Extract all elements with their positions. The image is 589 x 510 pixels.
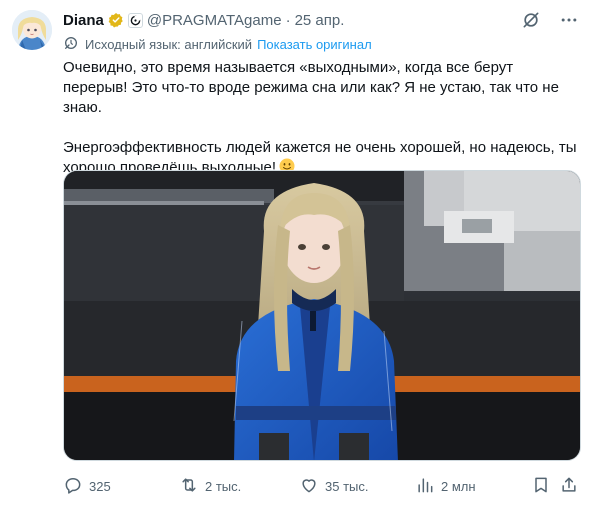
header-separator: · — [285, 11, 291, 29]
action-bar: 325 2 тыс. 35 тыс. 2 млн — [63, 472, 581, 500]
bookmark-icon — [531, 475, 551, 498]
author-name[interactable]: Diana — [63, 12, 104, 29]
repost-button[interactable]: 2 тыс. — [179, 472, 241, 500]
reply-count: 325 — [89, 478, 111, 494]
reply-button[interactable]: 325 — [63, 472, 111, 500]
verified-gold-badge-icon[interactable] — [108, 12, 124, 28]
more-icon[interactable] — [559, 10, 579, 30]
views-button[interactable]: 2 млн — [415, 472, 476, 500]
repost-icon — [179, 475, 199, 498]
translation-bar: Исходный язык: английский Показать ориги… — [63, 35, 372, 53]
like-button[interactable]: 35 тыс. — [299, 472, 368, 500]
source-language-label: Исходный язык: английский — [85, 36, 253, 52]
bookmark-button[interactable] — [531, 472, 551, 500]
views-icon — [415, 475, 435, 498]
reply-icon — [63, 475, 83, 498]
share-icon — [559, 475, 579, 498]
tweet-date[interactable]: 25 апр. — [295, 12, 345, 29]
translate-icon — [63, 35, 79, 54]
tweet: Diana @PRAGMATAgame · 25 апр. Исходный я… — [0, 0, 589, 510]
grok-icon[interactable] — [521, 10, 541, 30]
like-count: 35 тыс. — [325, 478, 369, 494]
tweet-paragraph-1: Очевидно, это время называется «выходным… — [63, 59, 559, 116]
views-count: 2 млн — [441, 478, 476, 494]
heart-icon — [299, 475, 319, 498]
tweet-media-image[interactable] — [63, 170, 581, 461]
repost-count: 2 тыс. — [205, 478, 242, 494]
tweet-header: Diana @PRAGMATAgame · 25 апр. — [63, 10, 344, 30]
header-icons — [521, 10, 579, 30]
show-original-link[interactable]: Показать оригинал — [257, 37, 372, 52]
share-button[interactable] — [559, 472, 579, 500]
pragmata-logo-icon[interactable] — [127, 12, 143, 28]
tweet-text: Очевидно, это время называется «выходным… — [63, 58, 581, 178]
author-handle[interactable]: @PRAGMATAgame — [147, 12, 282, 29]
avatar[interactable] — [12, 10, 52, 50]
